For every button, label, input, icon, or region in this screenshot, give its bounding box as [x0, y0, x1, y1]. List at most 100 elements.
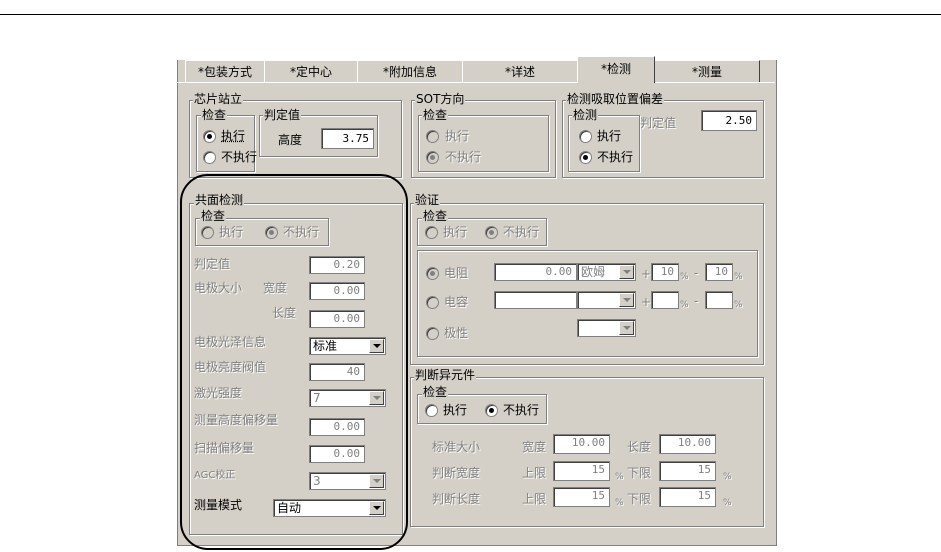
- chip-stand-judge-title: 判定值: [263, 108, 302, 122]
- agc-value: 3: [313, 474, 321, 488]
- judge-length-lower-pct: %: [723, 498, 732, 508]
- pickup-check-title: 检测: [572, 108, 599, 122]
- tab-measurement[interactable]: *测量: [654, 60, 760, 83]
- laser-intensity-select[interactable]: 7: [309, 389, 386, 407]
- measure-mode-select[interactable]: 自动: [273, 499, 386, 517]
- judge-length-upper-pct: %: [615, 498, 624, 508]
- polarity-radio[interactable]: [426, 327, 439, 340]
- resistance-plus-sign: +: [641, 267, 652, 281]
- capacitance-minus-sign: -: [694, 294, 699, 308]
- pickup-exec-radio[interactable]: [579, 130, 592, 143]
- top-rule: [0, 14, 941, 15]
- pickup-title: 检测吸取位置偏差: [566, 92, 665, 106]
- chip-stand-exec-label: 执行: [221, 129, 246, 143]
- resistance-radio[interactable]: [426, 267, 439, 280]
- scan-offset-label: 扫描偏移量: [194, 441, 255, 455]
- resistance-plus-input[interactable]: 10: [651, 263, 679, 281]
- sot-noexec-radio[interactable]: [426, 151, 439, 164]
- tab-additional-info[interactable]: *附加信息: [357, 60, 463, 83]
- electrode-width-label: 宽度: [263, 281, 288, 295]
- verify-title: 验证: [414, 193, 441, 207]
- agc-select[interactable]: 3: [309, 472, 386, 490]
- pickup-noexec-radio[interactable]: [579, 151, 592, 164]
- resistance-unit-value: 欧姆: [581, 265, 606, 279]
- tab-centering[interactable]: *定中心: [264, 60, 358, 83]
- electrode-gloss-select[interactable]: 标准: [309, 337, 386, 355]
- capacitance-unit-select[interactable]: [577, 291, 636, 309]
- chip-stand-exec-radio[interactable]: [203, 130, 216, 143]
- std-length-label: 长度: [627, 440, 652, 454]
- coplanar-exec-radio[interactable]: [201, 226, 214, 239]
- coplanar-judge-input[interactable]: 0.20: [309, 256, 365, 274]
- judge-length-upper-input[interactable]: 15: [553, 487, 610, 507]
- capacitance-plus-input[interactable]: [651, 291, 679, 309]
- agc-label: AGC校正: [194, 470, 236, 481]
- sot-check-title: 检查: [422, 108, 449, 122]
- std-width-label: 宽度: [522, 440, 547, 454]
- tab-packaging[interactable]: *包装方式: [185, 60, 265, 83]
- laser-intensity-label: 激光强度: [194, 386, 243, 400]
- std-width-input[interactable]: 10.00: [553, 434, 610, 454]
- judge-length-lower-input[interactable]: 15: [659, 487, 716, 507]
- chevron-down-icon[interactable]: [369, 391, 384, 405]
- sot-title: SOT方向: [415, 92, 466, 106]
- chip-stand-noexec-radio[interactable]: [203, 151, 216, 164]
- abnormal-exec-label: 执行: [443, 403, 468, 417]
- coplanar-title: 共面检测: [194, 193, 245, 207]
- height-offset-label: 测量高度偏移量: [194, 413, 279, 427]
- chevron-down-icon[interactable]: [369, 501, 384, 515]
- capacitance-radio[interactable]: [426, 296, 439, 309]
- chip-stand-height-input[interactable]: 3.75: [321, 128, 374, 149]
- abnormal-title: 判断异元件: [414, 368, 477, 382]
- chevron-down-icon[interactable]: [619, 321, 634, 335]
- verify-noexec-label: 不执行: [503, 225, 540, 239]
- verify-exec-radio[interactable]: [425, 226, 438, 239]
- judge-width-lower-input[interactable]: 15: [659, 461, 716, 481]
- resistance-minus-input[interactable]: 10: [705, 263, 733, 281]
- chevron-down-icon[interactable]: [369, 339, 384, 353]
- tab-inspection[interactable]: *检测: [577, 56, 655, 83]
- verify-exec-label: 执行: [443, 225, 468, 239]
- height-offset-input[interactable]: 0.00: [309, 418, 365, 436]
- judge-width-lower-pct: %: [723, 472, 732, 482]
- capacitance-input[interactable]: [494, 291, 577, 309]
- coplanar-check-title: 检查: [200, 209, 227, 223]
- capacitance-minus-pct: %: [734, 300, 743, 310]
- electrode-length-input[interactable]: 0.00: [309, 310, 365, 328]
- chip-stand-title: 芯片站立: [193, 92, 244, 106]
- electrode-brightness-input[interactable]: 40: [309, 363, 365, 381]
- electrode-gloss-value: 标准: [313, 339, 338, 353]
- resistance-minus-pct: %: [734, 272, 743, 282]
- tab-details[interactable]: *详述: [462, 60, 578, 83]
- resistance-input[interactable]: 0.00: [494, 263, 577, 281]
- pickup-exec-label: 执行: [597, 129, 622, 143]
- sot-noexec-label: 不执行: [445, 150, 482, 164]
- capacitance-minus-input[interactable]: [705, 291, 733, 309]
- verify-check-title: 检查: [422, 209, 449, 223]
- electrode-width-input[interactable]: 0.00: [309, 282, 365, 300]
- std-length-input[interactable]: 10.00: [659, 434, 716, 454]
- coplanar-noexec-label: 不执行: [283, 225, 320, 239]
- resistance-label: 电阻: [444, 266, 469, 280]
- judge-width-upper-pct: %: [615, 472, 624, 482]
- polarity-select[interactable]: [577, 319, 636, 337]
- measure-mode-value: 自动: [277, 501, 302, 515]
- judge-width-upper-input[interactable]: 15: [553, 461, 610, 481]
- polarity-label: 极性: [444, 326, 469, 340]
- chevron-down-icon[interactable]: [619, 265, 634, 279]
- resistance-unit-select[interactable]: 欧姆: [577, 263, 636, 281]
- abnormal-exec-radio[interactable]: [425, 404, 438, 417]
- electrode-length-label: 长度: [272, 306, 297, 320]
- chevron-down-icon[interactable]: [619, 293, 634, 307]
- chevron-down-icon[interactable]: [369, 474, 384, 488]
- pickup-judge-input[interactable]: 2.50: [701, 110, 757, 131]
- coplanar-noexec-radio[interactable]: [265, 226, 278, 239]
- verify-noexec-radio[interactable]: [485, 226, 498, 239]
- scan-offset-input[interactable]: 0.00: [309, 445, 365, 463]
- sot-exec-radio[interactable]: [426, 130, 439, 143]
- abnormal-check-title: 检查: [422, 385, 449, 399]
- tab-bar-divider: [177, 82, 775, 83]
- chip-stand-noexec-label: 不执行: [221, 150, 258, 164]
- abnormal-noexec-radio[interactable]: [485, 404, 498, 417]
- judge-width-label: 判断宽度: [432, 466, 481, 480]
